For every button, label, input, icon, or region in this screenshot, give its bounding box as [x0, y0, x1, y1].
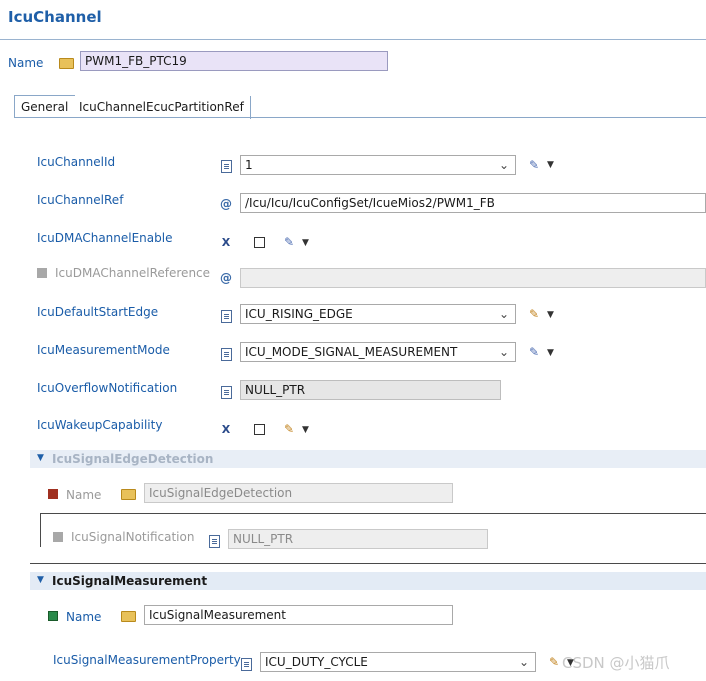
calculation-icon[interactable]: ✎ [281, 234, 297, 250]
icu-channel-id-combo[interactable]: 1 ⌄ [240, 155, 516, 175]
enum-param-icon [238, 656, 254, 672]
chevron-down-icon[interactable]: ⌄ [499, 345, 509, 359]
icu-dma-channel-enable-label: IcuDMAChannelEnable [37, 231, 173, 245]
icu-channel-ref-label: IcuChannelRef [37, 193, 124, 207]
tabs-divider [14, 117, 706, 118]
chevron-down-icon[interactable]: ⌄ [499, 158, 509, 172]
dropdown-arrow-icon[interactable]: ▼ [547, 310, 554, 320]
section-divider [30, 563, 706, 564]
signal-notification-label: IcuSignalNotification [71, 530, 195, 544]
icu-wakeup-capability-label: IcuWakeupCapability [37, 418, 163, 432]
chevron-down-icon[interactable]: ⌄ [519, 655, 529, 669]
expand-triangle-icon[interactable]: ▼ [37, 453, 44, 463]
disabled-indicator-icon [53, 532, 63, 542]
disabled-indicator-icon [37, 268, 47, 278]
calculation-icon[interactable]: ✎ [526, 344, 542, 360]
folder-icon [120, 608, 136, 624]
dropdown-arrow-icon[interactable]: ▼ [547, 348, 554, 358]
watermark-text: CSDN @小猫爪 [562, 654, 670, 672]
expand-triangle-icon[interactable]: ▼ [37, 575, 44, 585]
page-title: IcuChannel [8, 8, 102, 26]
signal-notification-field: NULL_PTR [228, 529, 488, 549]
signal-measurement-name-label: Name [66, 610, 102, 624]
tab-icu-channel-ecuc-partition-ref[interactable]: IcuChannelEcucPartitionRef [73, 96, 251, 119]
boolean-param-icon: X [221, 235, 231, 249]
function-name-param-icon [218, 384, 234, 400]
boolean-param-icon: X [221, 422, 231, 436]
enum-param-icon [218, 308, 234, 324]
calculation-icon[interactable]: ✎ [526, 157, 542, 173]
pencil-icon[interactable]: ✎ [526, 306, 542, 322]
icu-dma-channel-enable-checkbox[interactable] [254, 237, 265, 248]
function-name-param-icon [206, 533, 222, 549]
signal-measurement-property-value: ICU_DUTY_CYCLE [265, 655, 368, 669]
dropdown-arrow-icon[interactable]: ▼ [547, 160, 554, 170]
icu-default-start-edge-value: ICU_RISING_EDGE [245, 307, 353, 321]
signal-measurement-property-label: IcuSignalMeasurementProperty [53, 653, 241, 667]
folder-icon [120, 486, 136, 502]
reference-icon: @ [220, 271, 232, 285]
signal-edge-detection-name-label: Name [66, 488, 102, 502]
icu-measurement-mode-value: ICU_MODE_SIGNAL_MEASUREMENT [245, 345, 458, 359]
icu-dma-channel-reference-label: IcuDMAChannelReference [55, 266, 211, 280]
icu-channel-id-label: IcuChannelId [37, 155, 116, 169]
required-indicator-icon [48, 489, 58, 499]
icu-default-start-edge-combo[interactable]: ICU_RISING_EDGE ⌄ [240, 304, 516, 324]
title-divider [0, 39, 706, 40]
enum-param-icon [218, 346, 234, 362]
signal-measurement-section-header[interactable]: ▼ IcuSignalMeasurement [30, 572, 706, 590]
dropdown-arrow-icon[interactable]: ▼ [302, 238, 309, 248]
icu-default-start-edge-label: IcuDefaultStartEdge [37, 305, 159, 319]
integer-param-icon [218, 158, 234, 174]
pencil-icon[interactable]: ✎ [281, 421, 297, 437]
tab-general[interactable]: General [14, 95, 76, 118]
folder-icon [58, 55, 74, 71]
section-divider-vertical [40, 513, 41, 547]
icu-channel-id-value: 1 [245, 158, 253, 172]
icu-dma-channel-reference-field [240, 268, 706, 288]
pencil-icon[interactable]: ✎ [546, 654, 562, 670]
section-divider [40, 513, 706, 514]
icu-wakeup-capability-checkbox[interactable] [254, 424, 265, 435]
icu-overflow-notification-label: IcuOverflowNotification [37, 381, 178, 395]
signal-edge-detection-name-field: IcuSignalEdgeDetection [144, 483, 453, 503]
signal-measurement-header-label: IcuSignalMeasurement [52, 574, 208, 588]
signal-measurement-property-combo[interactable]: ICU_DUTY_CYCLE ⌄ [260, 652, 536, 672]
name-field[interactable]: PWM1_FB_PTC19 [80, 51, 388, 71]
name-label: Name [8, 56, 44, 70]
signal-measurement-name-field[interactable]: IcuSignalMeasurement [144, 605, 453, 625]
icu-channel-ref-field[interactable]: /Icu/Icu/IcuConfigSet/IcueMios2/PWM1_FB [240, 193, 706, 213]
icu-overflow-notification-field[interactable]: NULL_PTR [240, 380, 501, 400]
container-indicator-icon [48, 611, 58, 621]
icu-measurement-mode-label: IcuMeasurementMode [37, 343, 170, 357]
dropdown-arrow-icon[interactable]: ▼ [302, 425, 309, 435]
icu-measurement-mode-combo[interactable]: ICU_MODE_SIGNAL_MEASUREMENT ⌄ [240, 342, 516, 362]
signal-edge-detection-section-header[interactable]: ▼ IcuSignalEdgeDetection [30, 450, 706, 468]
reference-icon: @ [220, 197, 232, 211]
chevron-down-icon[interactable]: ⌄ [499, 307, 509, 321]
signal-edge-detection-header-label: IcuSignalEdgeDetection [52, 452, 214, 466]
